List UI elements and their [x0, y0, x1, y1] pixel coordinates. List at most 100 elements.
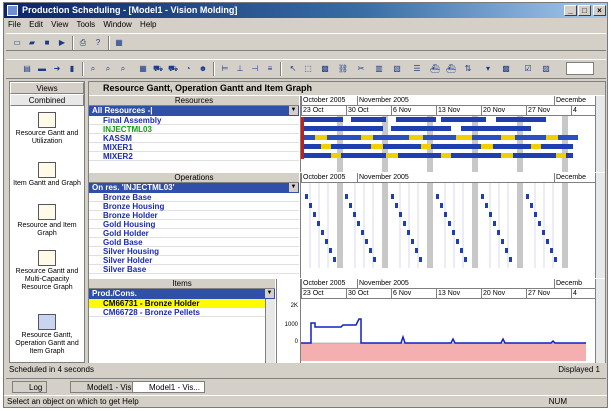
operation-gantt-pane: Operations On res. 'INJECTML03' ▼ Bronze…: [89, 173, 605, 278]
check-icon[interactable]: ☑: [521, 62, 535, 75]
minimize-button[interactable]: _: [564, 5, 577, 16]
cut-icon[interactable]: ✂: [354, 62, 368, 75]
item-row[interactable]: CM66728 - Bronze Pellets: [89, 308, 275, 317]
resource-scrollbar[interactable]: [595, 96, 605, 172]
month-header: October 2005 November 2005 Decembe: [301, 173, 596, 183]
chevron-down-icon[interactable]: ▼: [265, 289, 274, 298]
select-box-icon[interactable]: ⬚: [301, 62, 315, 75]
zoom-select[interactable]: [566, 62, 594, 75]
operation-row[interactable]: Silver Housing: [89, 247, 299, 256]
close-button[interactable]: ×: [593, 5, 606, 16]
item-row-selected[interactable]: CM66731 - Bronze Holder: [89, 299, 275, 308]
operation-row[interactable]: Gold Holder: [89, 229, 299, 238]
menu-file[interactable]: File: [8, 20, 21, 29]
operation-row[interactable]: Bronze Holder: [89, 211, 299, 220]
resource-row[interactable]: INJECTML03: [89, 125, 299, 134]
resource-row[interactable]: MIXER2: [89, 152, 299, 161]
operation-row[interactable]: Silver Base: [89, 265, 299, 274]
merge-icon[interactable]: ▧: [390, 62, 404, 75]
zoom-out-icon[interactable]: ⌕: [101, 62, 115, 75]
views-tab-combined[interactable]: Combined: [10, 94, 84, 106]
arrow-red-icon[interactable]: ➜: [50, 62, 64, 75]
day-header: 23 Oct 30 Oct 6 Nov 13 Nov 20 Nov 27 Nov…: [301, 106, 596, 116]
menu-help[interactable]: Help: [140, 20, 156, 29]
open-folder-icon[interactable]: ▰: [25, 36, 39, 49]
pointer-icon[interactable]: ↖: [286, 62, 300, 75]
operation-gantt-chart[interactable]: October 2005 November 2005 Decembe: [300, 173, 596, 278]
tab-model1-b[interactable]: Model1 - Vis...: [132, 381, 205, 393]
view-item-resource-item-graph[interactable]: Resource and Item Graph: [10, 204, 84, 238]
menu-view[interactable]: View: [51, 20, 68, 29]
save-icon[interactable]: ■: [40, 36, 54, 49]
export-icon[interactable]: ▶: [55, 36, 69, 49]
grid-icon[interactable]: ▦: [136, 62, 150, 75]
help-status-bar: Select an object on which to get Help NU…: [4, 395, 607, 407]
operation-row[interactable]: Bronze Housing: [89, 202, 299, 211]
table-view-icon[interactable]: ▤: [20, 62, 34, 75]
align-middle-icon[interactable]: ⊥: [233, 62, 247, 75]
resource-gantt-pane: Resources All Resources -| ▼ Final Assem…: [89, 96, 605, 172]
resource-gantt-chart[interactable]: October 2005 November 2005 Decembe 23 Oc…: [300, 96, 596, 172]
document-tabs: Log Model1 - Visi... Model1 - Vis...: [6, 378, 606, 393]
truck-icon[interactable]: ⛟: [166, 62, 180, 75]
align-start-icon[interactable]: ⊨: [218, 62, 232, 75]
zoom-in-icon[interactable]: ⌕: [86, 62, 100, 75]
operations-filter-select[interactable]: On res. 'INJECTML03' ▼: [89, 183, 299, 193]
items-list-scrollbar[interactable]: [265, 299, 275, 363]
view-item-item-gantt-graph[interactable]: Item Gantt and Graph: [10, 162, 84, 188]
ship-icon[interactable]: ⛴: [428, 62, 442, 75]
align-end-icon[interactable]: ⊣: [248, 62, 262, 75]
menu-edit[interactable]: Edit: [29, 20, 43, 29]
list-icon[interactable]: ☰: [410, 62, 424, 75]
operation-row[interactable]: Silver Holder: [89, 256, 299, 265]
new-file-icon[interactable]: ▭: [10, 36, 24, 49]
maximize-button[interactable]: □: [578, 5, 591, 16]
schedule-status-bar: Scheduled in 4 seconds Displayed 1: [6, 364, 604, 376]
view-item-multi-capacity[interactable]: Resource Gantt and Multi-Capacity Resour…: [10, 250, 84, 292]
link-icon[interactable]: ⛓: [336, 62, 350, 75]
menu-tools[interactable]: Tools: [76, 20, 95, 29]
graph-scrollbar[interactable]: [595, 279, 605, 363]
tab-log[interactable]: Log: [12, 381, 48, 393]
title-bar[interactable]: Production Scheduling - [Model1 - Vision…: [4, 3, 607, 18]
resources-filter-select[interactable]: All Resources -| ▼: [89, 106, 299, 116]
matrix-icon[interactable]: ▩: [499, 62, 513, 75]
chevron-down-icon[interactable]: ▼: [289, 183, 298, 192]
print-icon[interactable]: ⎙: [76, 36, 90, 49]
calendar-icon[interactable]: ▦: [112, 36, 126, 49]
operation-row[interactable]: Gold Base: [89, 238, 299, 247]
operation-row[interactable]: Bronze Base: [89, 193, 299, 202]
pie-icon[interactable]: ◔: [181, 62, 195, 75]
operation-row[interactable]: Gold Housing: [89, 220, 299, 229]
month-header: October 2005 November 2005 Decembe: [301, 96, 596, 106]
menu-window[interactable]: Window: [103, 20, 131, 29]
car-icon[interactable]: ⛟: [151, 62, 165, 75]
schedule-icon[interactable]: ▩: [318, 62, 332, 75]
gantt-view-icon[interactable]: ▬: [35, 62, 49, 75]
resources-header: Resources: [89, 96, 299, 106]
operation-scrollbar[interactable]: [595, 173, 605, 278]
people-icon[interactable]: ☻: [196, 62, 210, 75]
schedule-status: Scheduled in 4 seconds: [9, 365, 94, 374]
resource-row[interactable]: KASSM: [89, 134, 299, 143]
ship-alt-icon[interactable]: ⛴: [444, 62, 458, 75]
resource-row[interactable]: MIXER1: [89, 143, 299, 152]
multi-capacity-icon: [38, 250, 56, 266]
resource-row[interactable]: Final Assembly: [89, 116, 299, 125]
split-icon[interactable]: ▥: [372, 62, 386, 75]
highlight-icon[interactable]: ▨: [539, 62, 553, 75]
zoom-fit-icon[interactable]: ⌕: [116, 62, 130, 75]
graph-y-axis: 2K 1000 0: [276, 279, 300, 363]
chevron-down-icon[interactable]: ▼: [289, 106, 298, 115]
red-block-icon[interactable]: ▮: [65, 62, 79, 75]
sort-icon[interactable]: ⇅: [461, 62, 475, 75]
day-header: 23 Oct 30 Oct 6 Nov 13 Nov 20 Nov 27 Nov…: [301, 289, 596, 299]
item-graph-chart[interactable]: October 2005 November 2005 Decemb 23 Oct…: [300, 279, 596, 363]
app-icon: [7, 5, 18, 16]
view-item-combined-gantt[interactable]: Resource Gantt, Operation Gantt and Item…: [10, 314, 84, 356]
items-filter-select[interactable]: Prod./Cons. ▼: [89, 289, 275, 299]
bars-icon[interactable]: ≡: [263, 62, 277, 75]
chevron-down-icon[interactable]: ▾: [481, 62, 495, 75]
view-item-resource-gantt-utilization[interactable]: Resource Gantt and Utilization: [10, 112, 84, 146]
help-icon[interactable]: ?: [91, 36, 105, 49]
